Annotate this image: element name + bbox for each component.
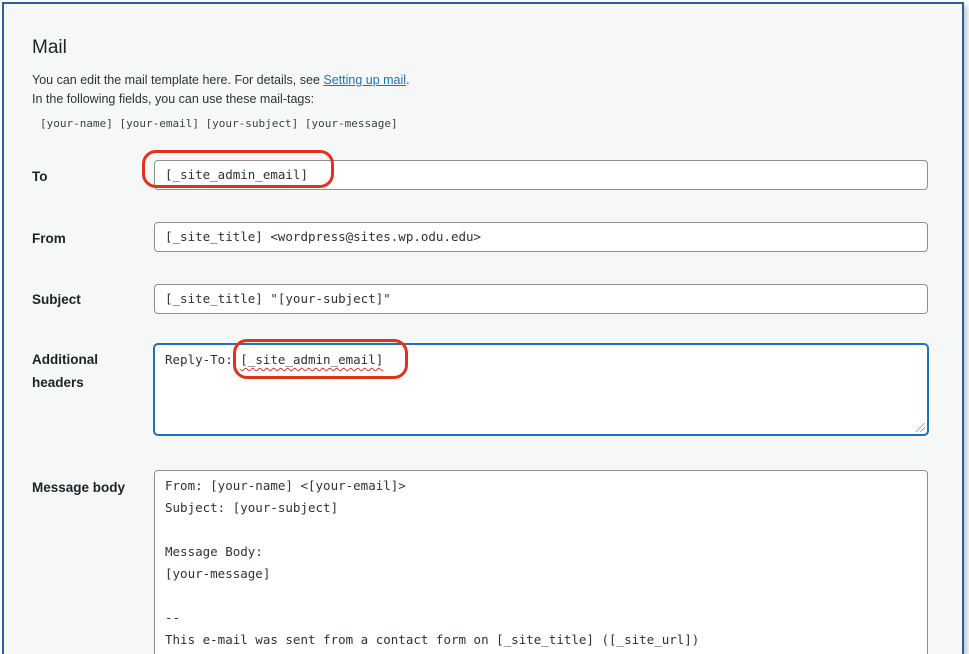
message-body-value: From: [your-name] <[your-email]> Subject… <box>165 478 700 647</box>
additional-headers-prefix: Reply-To: <box>165 352 241 367</box>
resize-handle-icon[interactable] <box>916 423 925 432</box>
subject-input-value: [_site_title] "[your-subject]" <box>165 291 391 306</box>
message-body-textarea[interactable]: From: [your-name] <[your-email]> Subject… <box>154 470 928 654</box>
mail-tags-intro: In the following fields, you can use the… <box>32 92 315 106</box>
section-description: You can edit the mail template here. For… <box>32 73 410 87</box>
from-label: From <box>32 231 66 246</box>
setting-up-mail-link[interactable]: Setting up mail <box>323 73 406 87</box>
additional-headers-label-line1: Additional <box>32 352 98 367</box>
from-input[interactable]: [_site_title] <wordpress@sites.wp.odu.ed… <box>154 222 928 252</box>
mail-tags-list: [your-name] [your-email] [your-subject] … <box>40 117 398 130</box>
message-body-label: Message body <box>32 480 126 495</box>
description-text: You can edit the mail template here. For… <box>32 73 324 87</box>
additional-headers-label: Additional headers <box>32 348 98 394</box>
description-suffix: . <box>406 73 410 87</box>
from-input-value: [_site_title] <wordpress@sites.wp.odu.ed… <box>165 229 482 244</box>
mail-settings-panel: Mail You can edit the mail template here… <box>2 2 964 654</box>
to-label: To <box>32 169 48 184</box>
subject-input[interactable]: [_site_title] "[your-subject]" <box>154 284 928 314</box>
to-input[interactable]: [_site_admin_email] <box>154 160 928 190</box>
to-input-value: [_site_admin_email] <box>165 167 308 182</box>
subject-label: Subject <box>32 292 81 307</box>
additional-headers-textarea[interactable]: Reply-To: [_site_admin_email] <box>154 344 928 435</box>
additional-headers-label-line2: headers <box>32 375 84 390</box>
additional-headers-tag: [_site_admin_email] <box>240 352 384 367</box>
section-title: Mail <box>32 37 67 58</box>
